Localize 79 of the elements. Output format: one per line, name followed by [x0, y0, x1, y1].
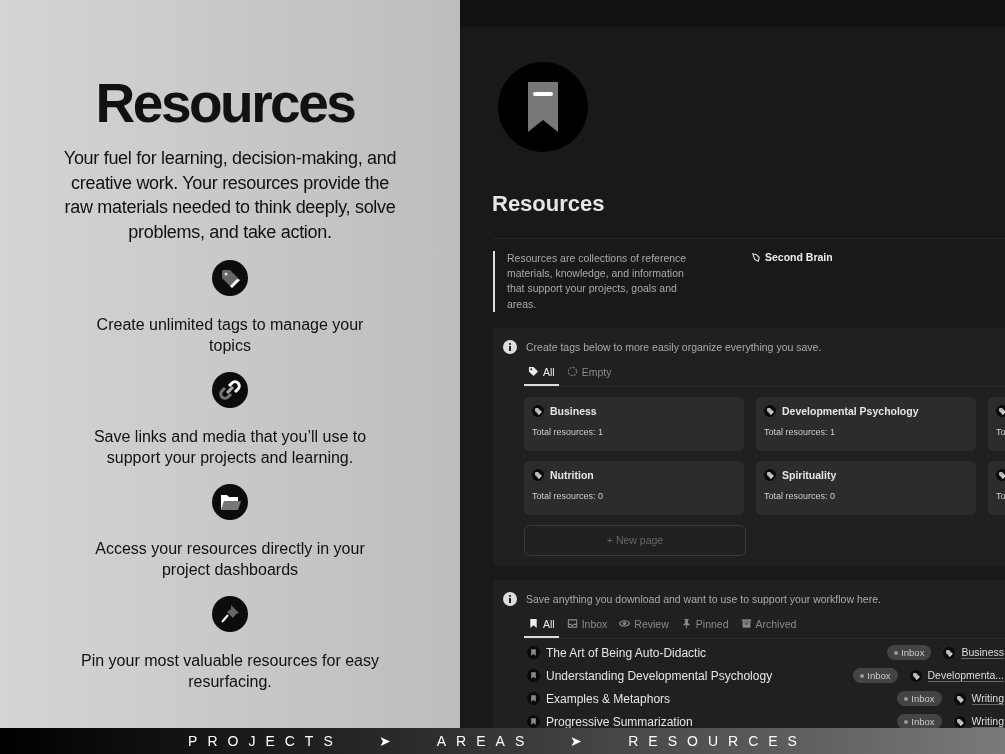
second-brain-link[interactable]: Second Brain: [751, 251, 833, 312]
filter-tab[interactable]: All: [524, 361, 559, 386]
tag-name: Developmental Psychology: [782, 404, 919, 417]
breadcrumb-text: ➤: [378, 733, 401, 749]
resource-count: Total resources: 0: [764, 490, 837, 501]
tag-icon: [532, 468, 544, 481]
chain-link-icon: [212, 372, 248, 408]
tag-card[interactable]: Spirituality Total resources: 0: [756, 460, 976, 515]
tag-icon: [532, 404, 544, 417]
inbox-icon: [566, 618, 578, 630]
tag-icon: [212, 260, 248, 296]
dashed-circle-icon: [566, 366, 578, 378]
feature-text: Access your resources directly in your project dashboards: [94, 539, 366, 580]
breadcrumb-text: ➤: [570, 733, 593, 749]
callout-text: Save anything you download and want to use to support your workflow here.: [526, 592, 881, 605]
filter-tab[interactable]: Archived: [736, 613, 801, 638]
tag-name: Business: [550, 404, 597, 417]
callout-text: Create tags below to more easily organize everything you save.: [526, 340, 822, 353]
feature-text: Create unlimited tags to manage your topics: [95, 315, 365, 356]
filter-tab[interactable]: Review: [615, 613, 673, 638]
bookmark-icon: [527, 692, 540, 706]
tag-icon: [996, 404, 1005, 417]
info-icon: [503, 339, 517, 354]
feature-text: Pin your most valuable resources for easy resurfacing.: [80, 651, 380, 692]
tag-card[interactable]: To: [988, 460, 1005, 515]
tag-icon: [996, 468, 1005, 481]
bookmark-icon: [527, 669, 540, 683]
description-text: Your fuel for learning, decision-making, and creative work. Your resources provide the raw materials needed to think deeply, solve problems, and take action.: [62, 147, 398, 244]
filter-tab[interactable]: Inbox: [562, 613, 612, 638]
resource-title[interactable]: Understanding Developmental Psychology: [546, 668, 848, 683]
pushpin-icon: [212, 596, 248, 632]
resource-count: Total resources: 0: [532, 490, 605, 501]
archive-box-icon: [740, 618, 752, 630]
quote-text: Resources are collections of reference materials, knowledge, and information that support your projects, goals and areas.: [493, 251, 697, 312]
tag-icon: [764, 468, 776, 481]
link-text[interactable]: Second Brain: [765, 251, 833, 263]
tag-link[interactable]: Writing: [971, 692, 1004, 706]
breadcrumb-text: PROJECTS: [188, 733, 343, 749]
breadcrumb-text: RESOURCES: [628, 733, 807, 749]
eye-icon: [619, 618, 631, 630]
tag-icon: [953, 692, 966, 705]
tag-card[interactable]: Nutrition Total resources: 0: [524, 460, 744, 515]
status-badge: Inbox: [887, 645, 932, 661]
resource-count: To: [996, 490, 1005, 501]
info-icon: [503, 591, 517, 606]
tag-link[interactable]: Developmenta...: [927, 669, 1004, 683]
resource-title[interactable]: Progressive Summarization: [546, 714, 892, 728]
status-badge: Inbox: [897, 691, 942, 707]
filter-tab[interactable]: All: [524, 613, 559, 638]
tag-card[interactable]: Business Total resources: 1: [524, 396, 744, 451]
tag-icon: [943, 646, 956, 659]
resource-count: To: [996, 426, 1005, 437]
tag-name: Nutrition: [550, 468, 594, 481]
breadcrumb-text: AREAS: [436, 733, 535, 749]
status-badge: Inbox: [853, 668, 898, 684]
filter-tab[interactable]: Empty: [562, 361, 616, 386]
tag-card[interactable]: Developmental Psychology Total resources: 1: [756, 396, 976, 451]
status-badge: Inbox: [897, 714, 942, 728]
resource-title[interactable]: The Art of Being Auto-Didactic: [546, 645, 882, 660]
page-title: Resources: [492, 190, 606, 218]
tag-icon: [953, 715, 966, 728]
resource-count: Total resources: 1: [764, 426, 837, 437]
tag-icon: [528, 366, 539, 378]
bookmark-icon: [528, 618, 539, 630]
resource-count: Total resources: 1: [532, 426, 605, 437]
filter-tab[interactable]: Pinned: [676, 613, 733, 638]
resource-title[interactable]: Examples & Metaphors: [546, 691, 892, 706]
heading: Resources: [95, 71, 355, 136]
pushpin-icon: [680, 618, 692, 630]
bookmark-icon: [527, 646, 540, 660]
tag-icon: [764, 404, 776, 417]
tag-icon: [909, 669, 922, 682]
feature-text: Save links and media that you’ll use to support your projects and learning.: [92, 427, 368, 468]
bookmark-icon: [527, 715, 540, 728]
bookmark-icon: [498, 62, 588, 152]
tag-name: Spirituality: [782, 468, 837, 481]
tag-card[interactable]: To: [988, 396, 1005, 451]
folder-icon: [212, 484, 248, 520]
tag-link[interactable]: Business: [961, 646, 1004, 660]
